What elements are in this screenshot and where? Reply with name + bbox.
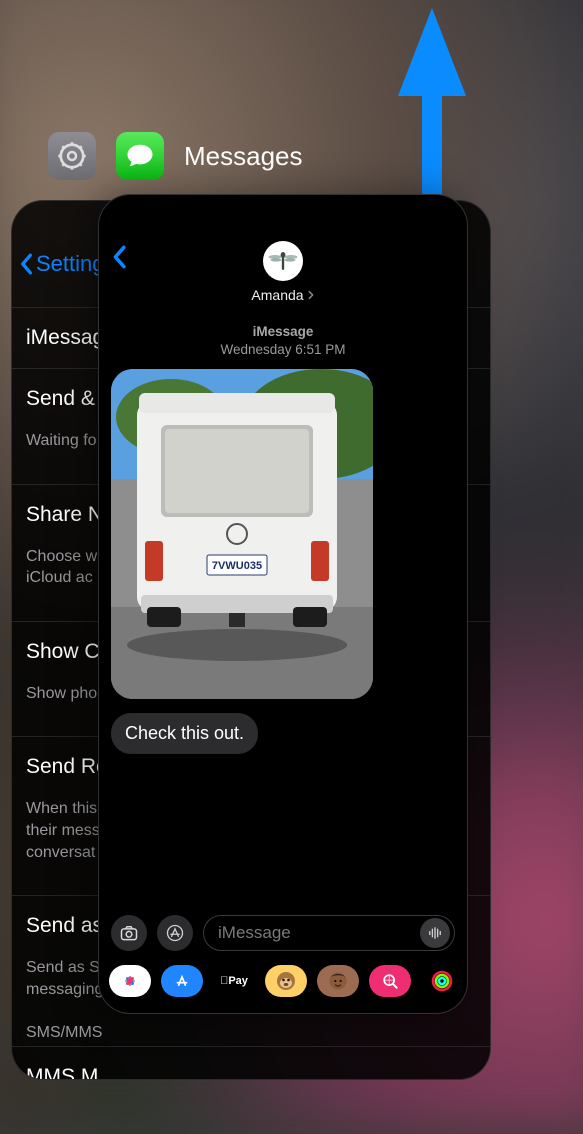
chevron-left-icon [18,253,34,275]
camera-icon [119,923,139,943]
contact-name-row[interactable]: Amanda [251,287,314,303]
conversation-header: Amanda [99,195,467,313]
app-store-icon [172,971,192,991]
app-store-drawer-icon[interactable] [161,965,203,997]
audio-wave-icon [426,924,444,942]
dragonfly-icon [268,246,298,276]
app-switcher-header: Messages [48,132,303,180]
settings-app-icon[interactable] [48,132,96,180]
settings-row-mms[interactable]: MMS M [12,1046,490,1080]
memoji-drawer-icon-2[interactable] [317,965,359,997]
van-photo: 7VWU035 [111,369,373,699]
gear-icon [57,141,87,171]
sms-mms-caption: SMS/MMS [12,1014,490,1046]
app-store-messages-button[interactable] [157,915,193,951]
messages-bottom-bar: iMessage [99,907,467,1013]
apple-pay-drawer-icon[interactable]: Pay [213,965,255,997]
memoji-drawer-icon-1[interactable] [265,965,307,997]
svg-text:7VWU035: 7VWU035 [212,560,262,572]
contact-avatar[interactable] [263,241,303,281]
messages-app-icon[interactable] [116,132,164,180]
activity-rings-icon [430,969,454,993]
apple-pay-label: Pay [220,975,248,987]
speech-bubble-icon [125,141,155,171]
camera-button[interactable] [111,915,147,951]
audio-record-button[interactable] [420,918,450,948]
monkey-face-icon [274,969,298,993]
memoji-face-icon [326,969,350,993]
message-placeholder: iMessage [218,923,291,943]
front-app-title: Messages [184,141,303,172]
bubble-text: Check this out. [125,723,244,743]
message-input-field[interactable]: iMessage [203,915,455,951]
image-search-drawer-icon[interactable] [369,965,411,997]
photo-message-bubble[interactable]: 7VWU035 [111,369,373,699]
chevron-right-icon [307,290,315,300]
message-timestamp: iMessage Wednesday 6:51 PM [99,323,467,359]
magnifier-globe-icon [380,971,400,991]
app-store-icon [165,923,185,943]
messages-app-card[interactable]: Amanda iMessage Wednesday 6:51 PM [98,194,468,1014]
imessage-app-drawer[interactable]: Pay [99,959,467,1013]
contact-name: Amanda [251,287,303,303]
chevron-left-icon [111,245,127,269]
messages-back-button[interactable] [111,245,127,274]
activity-rings-drawer-icon[interactable] [421,965,463,997]
photos-flower-icon [119,970,141,992]
incoming-text-bubble[interactable]: Check this out. [111,713,258,754]
photos-app-icon[interactable] [109,965,151,997]
